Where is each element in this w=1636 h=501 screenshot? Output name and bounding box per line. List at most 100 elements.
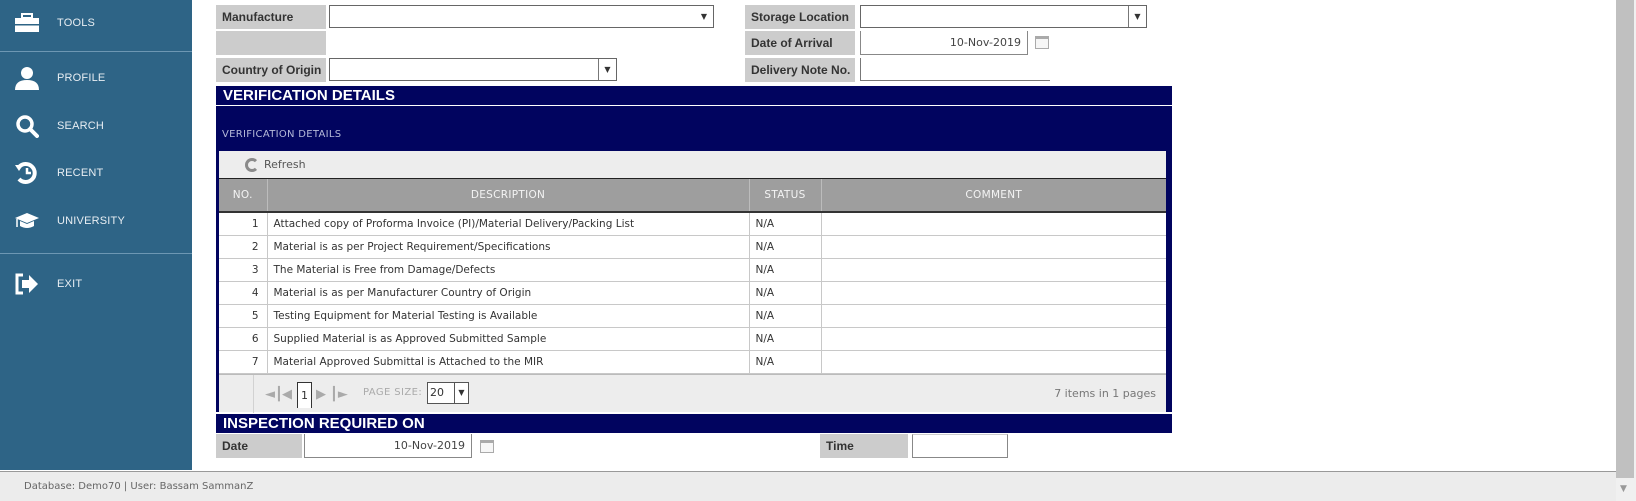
country-of-origin-label: Country of Origin bbox=[216, 58, 326, 82]
refresh-button[interactable]: Refresh bbox=[245, 157, 306, 172]
inspection-section-header: INSPECTION REQUIRED ON bbox=[216, 414, 1172, 433]
sidebar-divider bbox=[0, 253, 192, 254]
row-status: N/A bbox=[749, 235, 822, 259]
status-bar: Database: Demo70 | User: Bassam SammanZ bbox=[0, 471, 1616, 501]
row-comment[interactable] bbox=[821, 350, 1166, 374]
row-number: 2 bbox=[219, 235, 268, 259]
last-page-icon[interactable]: ┃► bbox=[330, 387, 348, 402]
inspection-time-input[interactable] bbox=[912, 434, 1008, 458]
row-status: N/A bbox=[749, 258, 822, 282]
row-comment[interactable] bbox=[821, 212, 1166, 236]
row-status: N/A bbox=[749, 212, 822, 236]
calendar-icon[interactable] bbox=[480, 440, 494, 453]
row-number: 5 bbox=[219, 304, 268, 328]
chevron-down-icon: ▼ bbox=[1128, 6, 1146, 27]
delivery-note-input[interactable] bbox=[860, 58, 1050, 81]
first-page-icon[interactable]: ◄┃ bbox=[265, 387, 283, 402]
table-row[interactable]: 1 Attached copy of Proforma Invoice (PI)/… bbox=[219, 212, 1166, 236]
verification-table: NO. DESCRIPTION STATUS COMMENT 1 Attached… bbox=[219, 179, 1166, 374]
row-comment[interactable] bbox=[821, 304, 1166, 328]
table-row[interactable]: 3 The Material is Free from Damage/Defect… bbox=[219, 258, 1166, 282]
row-number: 1 bbox=[219, 212, 268, 236]
sidebar-item-exit[interactable]: EXIT bbox=[0, 266, 192, 302]
page-size-label: PAGE SIZE: bbox=[363, 386, 423, 398]
calendar-icon[interactable] bbox=[1035, 36, 1049, 49]
verification-grid: Refresh NO. DESCRIPTION STATUS COMMENT 1… bbox=[219, 151, 1166, 413]
refresh-label: Refresh bbox=[264, 158, 306, 171]
sidebar-item-profile[interactable]: PROFILE bbox=[0, 60, 192, 96]
blank-label-cell bbox=[216, 31, 326, 55]
refresh-icon bbox=[245, 157, 259, 172]
pager-info: 7 items in 1 pages bbox=[1054, 386, 1156, 400]
sidebar: TOOLS PROFILE SEARCH RECENT UNIVERSITY E… bbox=[0, 0, 192, 470]
app-root: TOOLS PROFILE SEARCH RECENT UNIVERSITY E… bbox=[0, 0, 1636, 501]
column-header-comment[interactable]: COMMENT bbox=[821, 179, 1166, 213]
vertical-scrollbar[interactable]: ▼ bbox=[1616, 0, 1636, 501]
search-icon bbox=[13, 113, 41, 139]
inspection-time-label: Time bbox=[820, 434, 908, 458]
table-header-row: NO. DESCRIPTION STATUS COMMENT bbox=[219, 179, 1166, 213]
next-page-icon[interactable]: ▶ bbox=[316, 387, 326, 402]
sidebar-item-label: RECENT bbox=[57, 167, 104, 179]
prev-page-icon[interactable]: ◀ bbox=[282, 387, 292, 402]
current-page[interactable]: 1 bbox=[297, 381, 312, 408]
panel-subtitle: VERIFICATION DETAILS bbox=[222, 129, 342, 140]
history-icon bbox=[13, 160, 41, 186]
country-of-origin-select[interactable]: ▼ bbox=[329, 58, 617, 81]
manufacture-select[interactable]: ▼ bbox=[329, 5, 714, 28]
storage-location-select[interactable]: ▼ bbox=[860, 5, 1147, 28]
inspection-date-input[interactable]: 10-Nov-2019 bbox=[304, 434, 472, 458]
date-of-arrival-input[interactable]: 10-Nov-2019 bbox=[860, 31, 1028, 55]
date-of-arrival-label: Date of Arrival bbox=[745, 31, 855, 55]
row-status: N/A bbox=[749, 281, 822, 305]
verification-section-header: VERIFICATION DETAILS bbox=[216, 86, 1172, 105]
toolbox-icon bbox=[13, 10, 41, 36]
sidebar-item-university[interactable]: UNIVERSITY bbox=[0, 203, 192, 239]
row-number: 4 bbox=[219, 281, 268, 305]
table-row[interactable]: 4 Material is as per Manufacturer Country… bbox=[219, 281, 1166, 305]
chevron-down-icon: ▼ bbox=[454, 382, 468, 403]
table-row[interactable]: 6 Supplied Material is as Approved Submit… bbox=[219, 327, 1166, 351]
manufacture-label: Manufacture bbox=[216, 5, 326, 29]
page-size-select[interactable]: 20 ▼ bbox=[427, 381, 469, 404]
sidebar-item-label: TOOLS bbox=[57, 17, 96, 29]
row-status: N/A bbox=[749, 350, 822, 374]
sidebar-item-tools[interactable]: TOOLS bbox=[0, 5, 192, 41]
row-comment[interactable] bbox=[821, 235, 1166, 259]
scroll-down-icon[interactable]: ▼ bbox=[1620, 484, 1627, 494]
pager-spacer bbox=[219, 374, 254, 413]
row-number: 6 bbox=[219, 327, 268, 351]
row-status: N/A bbox=[749, 304, 822, 328]
grid-toolbar: Refresh bbox=[219, 151, 1166, 179]
chevron-down-icon: ▼ bbox=[598, 59, 616, 80]
table-row[interactable]: 7 Material Approved Submittal is Attached… bbox=[219, 350, 1166, 374]
row-description: Attached copy of Proforma Invoice (PI)/M… bbox=[267, 212, 750, 236]
column-header-status[interactable]: STATUS bbox=[749, 179, 822, 213]
row-description: Supplied Material is as Approved Submitt… bbox=[267, 327, 750, 351]
sidebar-item-label: SEARCH bbox=[57, 120, 105, 132]
table-row[interactable]: 5 Testing Equipment for Material Testing … bbox=[219, 304, 1166, 328]
row-comment[interactable] bbox=[821, 327, 1166, 351]
status-text: Database: Demo70 | User: Bassam SammanZ bbox=[24, 481, 254, 492]
chevron-down-icon: ▼ bbox=[700, 12, 708, 21]
table-body: 1 Attached copy of Proforma Invoice (PI)/… bbox=[219, 212, 1166, 374]
row-comment[interactable] bbox=[821, 258, 1166, 282]
column-header-description[interactable]: DESCRIPTION bbox=[267, 179, 750, 213]
sidebar-item-label: EXIT bbox=[57, 278, 83, 290]
row-description: Material is as per Project Requirement/S… bbox=[267, 235, 750, 259]
sidebar-divider bbox=[0, 51, 192, 52]
column-header-no[interactable]: NO. bbox=[219, 179, 268, 213]
scrollbar-thumb[interactable] bbox=[1616, 0, 1634, 478]
inspection-date-label: Date bbox=[216, 434, 302, 458]
sidebar-item-recent[interactable]: RECENT bbox=[0, 155, 192, 191]
row-description: Testing Equipment for Material Testing i… bbox=[267, 304, 750, 328]
graduation-cap-icon bbox=[13, 208, 41, 234]
storage-location-label: Storage Location bbox=[745, 5, 855, 29]
table-row[interactable]: 2 Material is as per Project Requirement/… bbox=[219, 235, 1166, 259]
row-number: 3 bbox=[219, 258, 268, 282]
sidebar-item-label: PROFILE bbox=[57, 72, 106, 84]
sidebar-item-search[interactable]: SEARCH bbox=[0, 108, 192, 144]
row-comment[interactable] bbox=[821, 281, 1166, 305]
row-number: 7 bbox=[219, 350, 268, 374]
page-size-value: 20 bbox=[430, 386, 444, 399]
